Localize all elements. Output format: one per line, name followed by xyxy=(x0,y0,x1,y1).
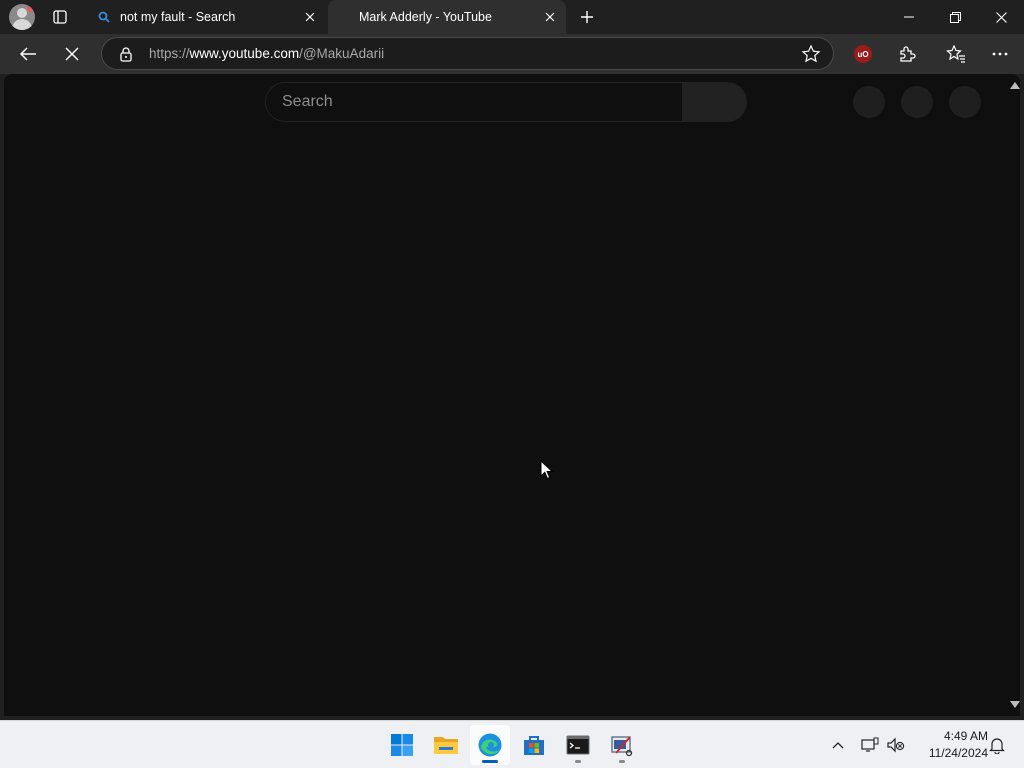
new-tab-button[interactable] xyxy=(576,6,598,28)
edge-button[interactable] xyxy=(470,725,510,765)
tab-actions-icon[interactable] xyxy=(47,5,73,29)
scroll-up-arrow-icon[interactable] xyxy=(1010,82,1020,89)
volume-muted-icon[interactable] xyxy=(884,733,908,757)
tab-title: not my fault - Search xyxy=(120,10,236,24)
windows-logo-icon xyxy=(391,734,413,756)
tab-youtube[interactable]: Mark Adderly - YouTube xyxy=(328,0,566,34)
youtube-search-button[interactable] xyxy=(682,83,746,121)
windows-start-button[interactable] xyxy=(382,725,422,765)
snipping-tool-icon xyxy=(611,736,633,757)
restore-button[interactable] xyxy=(932,0,978,34)
search-icon xyxy=(96,9,112,25)
youtube-search-input[interactable] xyxy=(266,83,684,121)
favorites-icon[interactable] xyxy=(942,40,970,68)
show-hidden-icons-chevron-icon[interactable] xyxy=(826,733,850,757)
taskbar-clock[interactable]: 4:49 AM 11/24/2024 xyxy=(910,728,988,762)
add-favorite-star-icon[interactable] xyxy=(801,44,821,64)
page-content xyxy=(4,74,1020,716)
windows-taskbar: 4:49 AM 11/24/2024 xyxy=(0,720,1024,768)
clock-time: 4:49 AM xyxy=(943,729,988,743)
back-button[interactable] xyxy=(14,40,42,68)
close-tab-icon[interactable] xyxy=(300,7,320,27)
profile-avatar[interactable] xyxy=(9,4,35,30)
snipping-tool-button[interactable] xyxy=(602,725,642,765)
url-text[interactable]: https://www.youtube.com/@MakuAdarii xyxy=(149,46,384,61)
header-icon-placeholder[interactable] xyxy=(901,86,933,118)
terminal-icon xyxy=(566,735,590,755)
stop-loading-button[interactable] xyxy=(58,40,86,68)
settings-more-icon[interactable] xyxy=(986,40,1014,68)
page-scrollbar[interactable] xyxy=(1008,74,1020,716)
notifications-bell-icon[interactable] xyxy=(985,733,1009,757)
youtube-search-box[interactable] xyxy=(265,82,747,122)
header-icon-placeholder[interactable] xyxy=(853,86,885,118)
lock-icon[interactable] xyxy=(118,46,134,62)
minimize-button[interactable] xyxy=(886,0,932,34)
clock-date: 11/24/2024 xyxy=(928,746,988,760)
edge-icon xyxy=(478,733,502,757)
extensions-icon[interactable] xyxy=(893,40,921,68)
mouse-cursor-icon xyxy=(540,460,554,480)
network-icon[interactable] xyxy=(858,733,882,757)
folder-icon xyxy=(434,737,458,754)
ublock-extension-icon[interactable]: uO xyxy=(854,45,872,63)
close-window-button[interactable] xyxy=(978,0,1024,34)
browser-toolbar: https://www.youtube.com/@MakuAdarii uO xyxy=(0,34,1024,74)
close-tab-icon[interactable] xyxy=(540,7,560,27)
header-icon-placeholder[interactable] xyxy=(949,86,981,118)
tab-title: Mark Adderly - YouTube xyxy=(359,10,492,24)
browser-title-bar: not my fault - Search Mark Adderly - You… xyxy=(0,0,1024,34)
terminal-button[interactable] xyxy=(558,725,598,765)
file-explorer-button[interactable] xyxy=(426,725,466,765)
store-icon xyxy=(524,736,544,755)
address-bar[interactable]: https://www.youtube.com/@MakuAdarii xyxy=(101,37,834,70)
microsoft-store-button[interactable] xyxy=(514,725,554,765)
tab-search[interactable]: not my fault - Search xyxy=(88,0,326,34)
scroll-down-arrow-icon[interactable] xyxy=(1010,701,1020,708)
